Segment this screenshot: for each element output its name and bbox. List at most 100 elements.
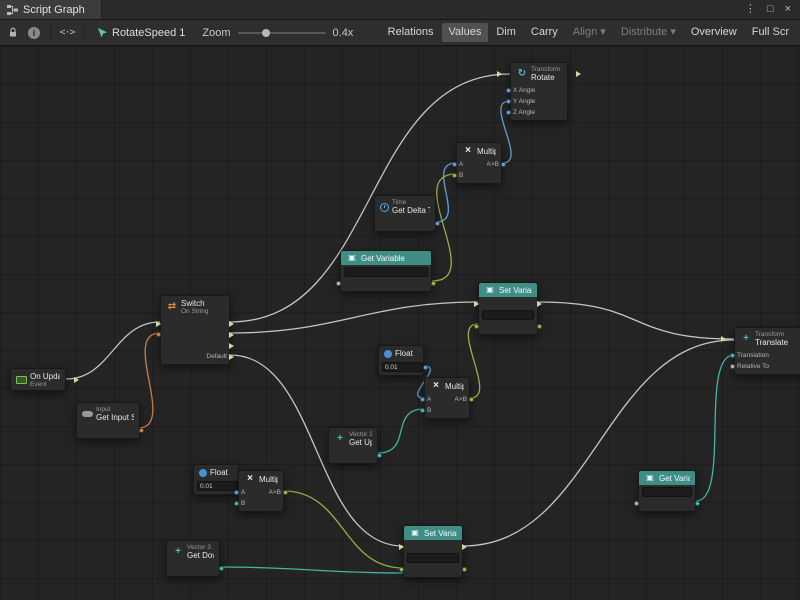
output-port[interactable] — [229, 321, 234, 327]
node-titles: Multiply — [477, 147, 496, 156]
toolbar-button-relations[interactable]: Relations — [381, 23, 441, 42]
input-port[interactable] — [452, 162, 457, 167]
node-get-variable-1[interactable]: ▣Get Variable — [340, 250, 432, 292]
output-port[interactable] — [74, 377, 79, 383]
input-port[interactable] — [420, 408, 425, 413]
node-get-down[interactable]: +Vector 3Get Down — [166, 540, 220, 577]
graph-reference[interactable]: RotateSpeed 1 — [91, 27, 191, 39]
node-multiply-3[interactable]: ×MultiplyAA×BB — [238, 470, 284, 512]
node-titles: SwitchOn String — [181, 299, 208, 315]
node-titles: Multiply — [259, 475, 278, 484]
node-body: 0.01 — [379, 360, 423, 375]
node-get-delta-time[interactable]: TimeGet Delta Time — [374, 195, 436, 232]
toolbar-button-dim[interactable]: Dim — [489, 23, 523, 42]
node-multiply-1[interactable]: ×MultiplyAA×BB — [456, 142, 502, 184]
port-row: Translation — [738, 351, 800, 360]
output-port[interactable] — [462, 567, 467, 572]
get-up-icon: + — [334, 434, 346, 444]
node-header: ×Multiply — [239, 471, 283, 486]
output-port[interactable] — [469, 397, 474, 402]
output-port[interactable] — [435, 221, 440, 226]
port-row: Y Angle — [514, 97, 564, 106]
output-port[interactable] — [462, 544, 467, 550]
toolbar-button-distribute[interactable]: Distribute ▾ — [614, 23, 683, 42]
node-set-variable-1[interactable]: ▣Set Variable — [478, 282, 538, 335]
output-port[interactable] — [431, 281, 436, 286]
output-port[interactable] — [576, 71, 581, 77]
input-port[interactable] — [474, 301, 479, 307]
node-get-variable-2[interactable]: ▣Get Variable — [638, 470, 696, 512]
node-get-up[interactable]: +Vector 3Get Up — [328, 427, 378, 464]
output-port[interactable] — [501, 162, 506, 167]
input-port[interactable] — [399, 544, 404, 550]
output-port[interactable] — [229, 343, 234, 349]
node-header: +Vector 3Get Down — [167, 541, 219, 562]
node-get-input-string[interactable]: InputGet Input Strin — [76, 402, 140, 439]
code-icon[interactable]: <·> — [58, 24, 76, 42]
input-port[interactable] — [506, 88, 511, 93]
input-port[interactable] — [234, 501, 239, 506]
node-float-1[interactable]: Float0.01 — [378, 345, 424, 376]
input-port[interactable] — [156, 332, 161, 337]
close-icon[interactable]: × — [785, 4, 791, 15]
output-port[interactable] — [377, 453, 382, 458]
node-title: Get Delta Time — [392, 206, 430, 215]
info-icon[interactable]: i — [25, 24, 43, 42]
output-port[interactable] — [229, 332, 234, 338]
set-variable-2-field[interactable] — [407, 553, 459, 563]
float-1-icon — [384, 350, 392, 358]
toolbar-button-overview[interactable]: Overview — [684, 23, 744, 42]
input-port[interactable] — [474, 324, 479, 329]
input-port[interactable] — [506, 99, 511, 104]
output-port[interactable] — [537, 324, 542, 329]
graph-icon — [7, 5, 18, 15]
node-switch-on-string[interactable]: ⇄SwitchOn StringDefault — [160, 295, 230, 365]
pane-menu-icon[interactable]: ⋮ — [745, 4, 756, 15]
output-port[interactable] — [695, 501, 700, 506]
zoom-slider[interactable] — [238, 27, 326, 39]
input-port[interactable] — [336, 281, 341, 286]
float-1-field[interactable]: 0.01 — [382, 362, 423, 372]
lock-icon[interactable] — [4, 24, 22, 42]
node-multiply-2[interactable]: ×MultiplyAA×BB — [424, 377, 470, 419]
output-port[interactable] — [229, 354, 234, 360]
get-variable-1-field[interactable] — [344, 267, 428, 277]
output-port[interactable] — [423, 365, 428, 370]
toolbar-button-values[interactable]: Values — [442, 23, 489, 42]
output-port[interactable] — [283, 490, 288, 495]
output-port[interactable] — [537, 301, 542, 307]
output-port[interactable] — [139, 428, 144, 433]
input-port[interactable] — [730, 364, 735, 369]
toolbar-button-full-scr[interactable]: Full Scr — [745, 23, 796, 42]
get-variable-2-field[interactable] — [642, 487, 692, 497]
node-body — [375, 217, 435, 231]
maximize-icon[interactable]: □ — [767, 4, 774, 15]
node-header: ▣Get Variable — [639, 471, 695, 485]
input-port[interactable] — [399, 567, 404, 572]
input-port[interactable] — [634, 501, 639, 506]
toolbar-button-carry[interactable]: Carry — [524, 23, 565, 42]
input-port[interactable] — [420, 397, 425, 402]
input-port[interactable] — [721, 336, 726, 342]
toolbar-button-align[interactable]: Align ▾ — [566, 23, 613, 42]
zoom-thumb[interactable] — [262, 29, 270, 37]
graph-canvas[interactable]: On UpdateEvent InputGet Input Strin ⇄Switc… — [0, 46, 800, 600]
node-float-2[interactable]: Float0.01 — [193, 464, 239, 495]
node-set-variable-2[interactable]: ▣Set Variable — [403, 525, 463, 578]
input-port[interactable] — [156, 321, 161, 327]
input-port[interactable] — [234, 490, 239, 495]
input-port[interactable] — [452, 173, 457, 178]
tab-script-graph[interactable]: Script Graph — [0, 0, 102, 19]
set-variable-1-field[interactable] — [482, 310, 534, 320]
node-title: Multiply — [259, 475, 278, 484]
input-port[interactable] — [497, 71, 502, 77]
output-port[interactable] — [219, 566, 224, 571]
node-translate[interactable]: +TransformTranslateTranslationRelative T… — [734, 327, 800, 375]
node-rotate[interactable]: ↻TransformRotateX AngleY AngleZ Angle — [510, 62, 568, 121]
node-on-update[interactable]: On UpdateEvent — [10, 368, 66, 391]
float-2-field[interactable]: 0.01 — [197, 481, 238, 491]
input-port[interactable] — [730, 353, 735, 358]
input-port[interactable] — [506, 110, 511, 115]
bolt-cursor-icon — [97, 27, 108, 38]
on-update-icon — [16, 376, 27, 384]
